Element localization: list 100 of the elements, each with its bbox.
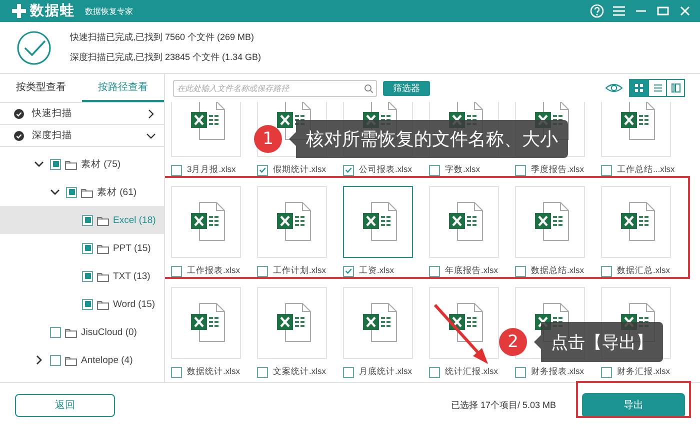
checkbox[interactable] (50, 326, 61, 338)
cross-logo-icon (12, 4, 26, 18)
checkbox[interactable] (343, 266, 354, 276)
file-name: 公司报表.xlsx (359, 164, 412, 176)
checkbox[interactable] (257, 164, 268, 176)
tree-item[interactable]: Antelope (4) (0, 346, 164, 374)
checkbox[interactable] (601, 164, 612, 176)
scan-result-text: 快速扫描已完成,已找到 7560 个文件 (269 MB) (70, 31, 256, 44)
checkbox[interactable] (429, 366, 440, 378)
folder-label: 素材 (61) (97, 186, 137, 198)
maximize-icon[interactable] (656, 4, 670, 18)
checkbox[interactable] (257, 366, 268, 378)
list-view-icon (652, 83, 662, 93)
tree-item[interactable]: TXT (13) (0, 262, 164, 290)
checkbox[interactable] (50, 354, 61, 366)
file-name: 字数.xlsx (445, 164, 480, 176)
tree-item[interactable]: PPT (15) (0, 234, 164, 262)
file-name: 季度报告.xlsx (531, 164, 584, 176)
tree-item[interactable]: 素材 (61) (0, 178, 164, 206)
pointer-arrow (434, 304, 488, 364)
chevron-icon[interactable] (34, 159, 44, 169)
file-name: 工资.xlsx (359, 265, 394, 277)
folder-icon (81, 186, 93, 198)
annotation-tooltip: 点击【导出】 (534, 322, 663, 362)
checkbox[interactable] (515, 266, 526, 276)
folder-label: PPT (15) (113, 242, 151, 254)
checkbox[interactable] (601, 366, 612, 378)
checkbox[interactable] (257, 266, 268, 276)
scan-section[interactable]: 快速扫描 (0, 103, 164, 125)
file-name: 假期统计.xlsx (273, 164, 326, 176)
view-mode-button[interactable] (630, 80, 648, 96)
tree-item[interactable]: Word (15) (0, 290, 164, 318)
step-number-badge: 1 (254, 125, 282, 153)
check-circle-icon (14, 130, 24, 140)
file-name: 财务报表.xlsx (531, 366, 584, 378)
annotation-tooltip: 核对所需恢复的文件名称、大小 (289, 120, 568, 158)
folder-label: Excel (18) (113, 214, 156, 226)
checkbox[interactable] (429, 164, 440, 176)
help-icon[interactable] (590, 4, 604, 18)
checkbox[interactable] (82, 214, 93, 226)
menu-icon[interactable] (612, 4, 626, 18)
search-field[interactable]: 在此处输入文件名称或保存路径 (173, 80, 377, 96)
file-name: 统计汇报.xlsx (445, 366, 498, 378)
folder-icon (65, 354, 77, 366)
file-name: 工作报表.xlsx (187, 265, 240, 277)
chevron-icon[interactable] (50, 187, 60, 197)
file-card[interactable] (343, 186, 413, 258)
checkbox[interactable] (515, 366, 526, 378)
folder-icon (65, 326, 77, 338)
checkbox[interactable] (82, 242, 93, 254)
view-tab[interactable]: 按类型查看 (0, 74, 82, 102)
export-button[interactable]: 导出 (582, 392, 685, 418)
folder-label: 素材 (75) (81, 158, 121, 170)
folder-icon (65, 158, 77, 170)
app-subtitle: 数据恢复专家 (85, 6, 133, 16)
checkbox[interactable] (82, 298, 93, 310)
folder-icon (97, 298, 109, 310)
grid-view-icon (634, 83, 644, 93)
eye-icon[interactable] (605, 82, 623, 94)
checkbox[interactable] (601, 266, 612, 276)
file-name: 数据汇总.xlsx (617, 265, 670, 277)
scan-section[interactable]: 深度扫描 (0, 125, 164, 147)
checkbox[interactable] (171, 366, 182, 378)
checkbox[interactable] (343, 164, 354, 176)
chevron-icon[interactable] (34, 355, 44, 365)
filter-button[interactable]: 筛选器 (383, 80, 430, 96)
checkbox[interactable] (82, 270, 93, 282)
file-name: 年底报告.xlsx (445, 265, 498, 277)
folder-icon (97, 214, 109, 226)
checkbox[interactable] (343, 366, 354, 378)
file-name: 工作计划.xlsx (273, 265, 326, 277)
section-label: 深度扫描 (32, 129, 73, 142)
checkbox[interactable] (66, 186, 77, 198)
app-logo: 数据蛙 (30, 2, 75, 20)
detail-view-icon (670, 83, 680, 93)
checkbox[interactable] (515, 164, 526, 176)
selection-status: 已选择 17个项目/ 5.03 MB (450, 398, 556, 412)
view-tab[interactable]: 按路径查看 (82, 74, 164, 102)
check-circle-icon (16, 30, 52, 66)
close-icon[interactable] (678, 4, 692, 18)
tree-item[interactable]: JisuCloud (0) (0, 318, 164, 346)
checkbox[interactable] (429, 266, 440, 276)
file-name: 数据统计.xlsx (187, 366, 240, 378)
checkbox[interactable] (171, 266, 182, 276)
check-circle-icon (14, 108, 24, 118)
folder-icon (97, 242, 109, 254)
folder-label: JisuCloud (0) (81, 326, 137, 338)
file-name: 文案统计.xlsx (273, 366, 326, 378)
file-name: 工作总结...xlsx (617, 164, 675, 176)
file-name: 3月月报.xlsx (187, 164, 236, 176)
folder-icon (97, 270, 109, 282)
tree-item[interactable]: 素材 (75) (0, 150, 164, 178)
checkbox[interactable] (171, 164, 182, 176)
checkbox[interactable] (50, 158, 61, 170)
search-icon[interactable] (364, 84, 373, 92)
chevron-icon (146, 130, 156, 140)
folder-label: TXT (13) (113, 270, 150, 282)
folder-label: Word (15) (113, 298, 156, 310)
back-button[interactable]: 返回 (15, 394, 115, 416)
step-number-badge: 2 (499, 328, 527, 356)
